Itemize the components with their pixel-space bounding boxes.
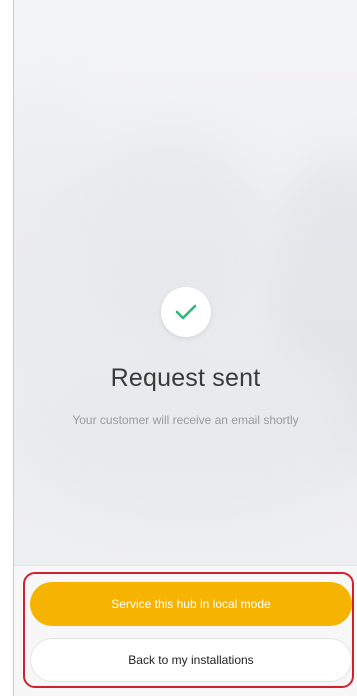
service-local-mode-button[interactable]: Service this hub in local mode	[30, 582, 352, 626]
background-photo	[14, 0, 357, 565]
back-to-installations-button[interactable]: Back to my installations	[30, 638, 352, 682]
status-title: Request sent	[110, 364, 261, 392]
request-sent-screen: Request sent Your customer will receive …	[0, 0, 357, 696]
status-message: Your customer will receive an email shor…	[72, 413, 299, 427]
checkmark-icon	[175, 304, 197, 320]
success-badge	[161, 287, 211, 337]
